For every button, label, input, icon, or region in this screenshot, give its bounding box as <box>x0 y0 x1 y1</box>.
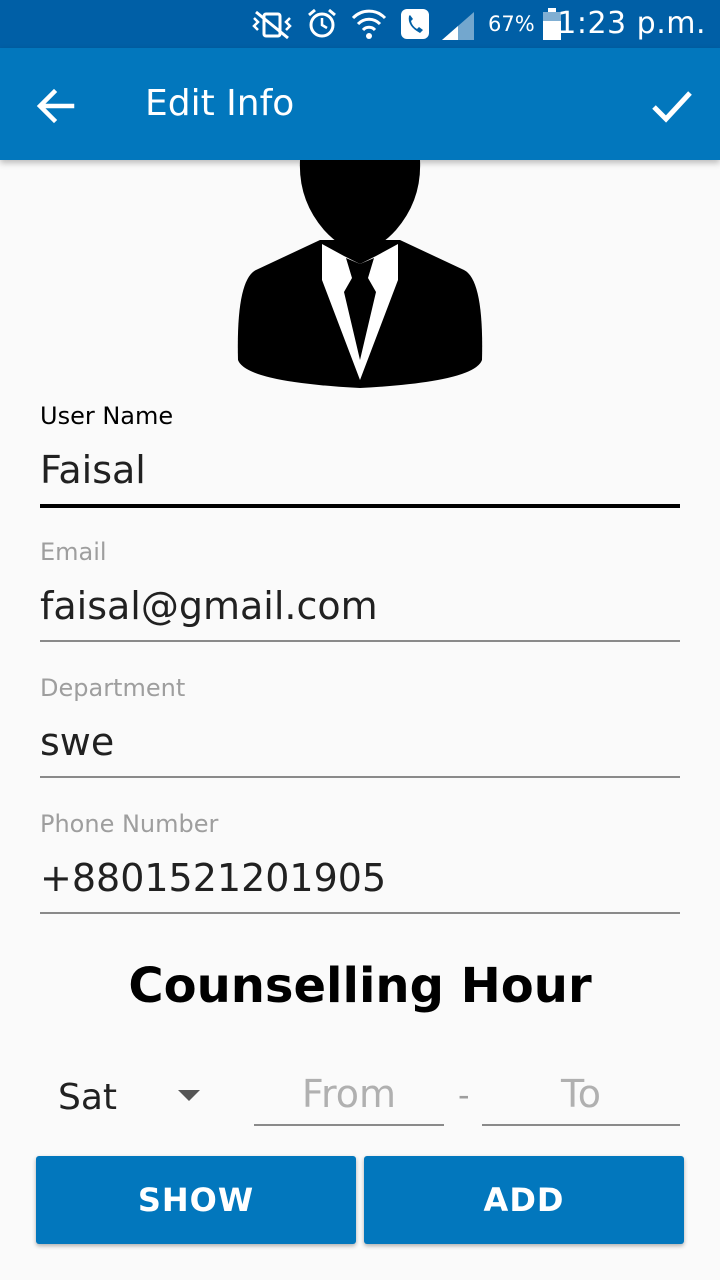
wifi-icon <box>351 9 387 39</box>
day-select[interactable]: Sat <box>58 1070 208 1126</box>
back-arrow-icon[interactable] <box>28 78 84 134</box>
status-time: 1:23 p.m. <box>557 6 706 41</box>
battery-percent: 67% <box>488 12 535 36</box>
app-bar: Edit Info <box>0 48 720 160</box>
page-title: Edit Info <box>145 83 295 124</box>
phone-input[interactable]: +8801521201905 <box>40 850 680 906</box>
user-name-underline <box>40 504 680 508</box>
counselling-hour-title: Counselling Hour <box>128 958 592 1014</box>
email-underline <box>40 640 680 642</box>
day-select-value: Sat <box>58 1077 118 1118</box>
department-field[interactable]: Department swe <box>40 672 680 778</box>
email-label: Email <box>40 538 107 566</box>
phone-label: Phone Number <box>40 810 219 838</box>
from-time-input[interactable]: From <box>254 1064 444 1126</box>
phone-field[interactable]: Phone Number +8801521201905 <box>40 808 680 914</box>
user-name-label: User Name <box>40 402 174 430</box>
department-label: Department <box>40 674 186 702</box>
email-field[interactable]: Email faisal@gmail.com <box>40 536 680 642</box>
show-button[interactable]: SHOW <box>36 1156 356 1244</box>
call-icon <box>401 9 429 39</box>
dropdown-arrow-icon <box>178 1090 200 1101</box>
email-input[interactable]: faisal@gmail.com <box>40 578 680 634</box>
vibrate-icon <box>252 10 292 40</box>
time-separator: - <box>458 1076 470 1114</box>
user-avatar[interactable] <box>236 160 484 390</box>
user-name-field[interactable]: User Name Faisal <box>40 400 680 508</box>
alarm-icon <box>308 8 336 38</box>
add-button[interactable]: ADD <box>364 1156 684 1244</box>
department-underline <box>40 776 680 778</box>
check-icon[interactable] <box>642 76 702 136</box>
user-name-input[interactable]: Faisal <box>40 442 680 498</box>
signal-icon <box>442 12 474 40</box>
department-input[interactable]: swe <box>40 714 680 770</box>
to-time-input[interactable]: To <box>482 1064 680 1126</box>
phone-underline <box>40 912 680 914</box>
status-bar: 67% 1:23 p.m. <box>0 0 720 48</box>
